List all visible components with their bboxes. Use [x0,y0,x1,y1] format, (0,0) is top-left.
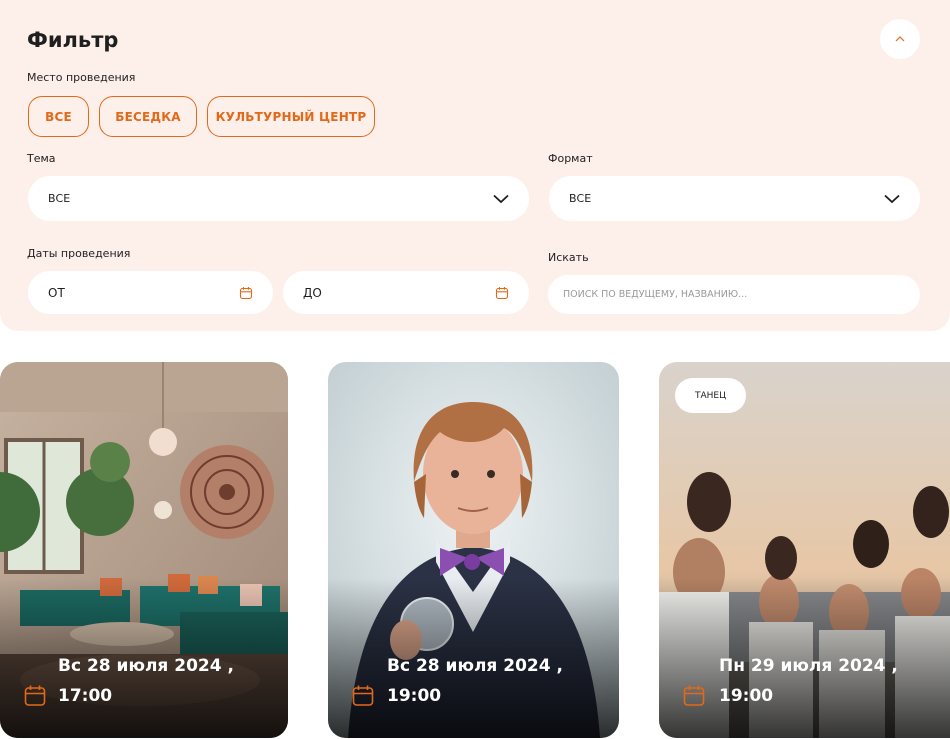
venue-chip-gazebo[interactable]: БЕСЕДКА [99,96,197,137]
event-tag: ТАНЕЦ [675,378,747,413]
venue-chip-all[interactable]: ВСЕ [28,96,89,137]
venue-chip-cultural-center[interactable]: КУЛЬТУРНЫЙ ЦЕНТР [207,96,375,137]
venue-label: Место проведения [27,71,136,84]
dates-label: Даты проведения [27,247,131,260]
chevron-down-icon [493,194,509,203]
date-from-field[interactable]: ОТ [28,271,273,314]
date-from-value: ОТ [48,285,65,300]
filter-panel: Фильтр Место проведения ВСЕ БЕСЕДКА КУЛЬ… [0,0,950,331]
calendar-icon [683,685,705,706]
collapse-filter-button[interactable] [880,19,920,59]
event-card[interactable]: ТАНЕЦ Пн 29 июля 2024 , 19:00 [659,362,950,738]
format-select-value: ВСЕ [569,192,592,205]
calendar-icon [24,685,46,706]
search-label: Искать [548,251,589,264]
chevron-up-icon [895,36,905,42]
event-time: 19:00 [719,686,774,706]
topic-select[interactable]: ВСЕ [28,176,529,221]
date-to-value: ДО [303,285,322,300]
topic-label: Тема [27,152,56,165]
event-date: Вс 28 июля 2024 , [387,656,563,676]
event-date: Пн 29 июля 2024 , [719,656,898,676]
event-card[interactable]: Вс 28 июля 2024 , 19:00 [328,362,619,738]
calendar-icon [352,685,374,706]
filter-title: Фильтр [27,28,119,52]
search-input[interactable] [548,275,920,314]
chevron-down-icon [884,194,900,203]
event-card[interactable]: Вс 28 июля 2024 , 17:00 [0,362,288,738]
format-label: Формат [548,152,593,165]
topic-select-value: ВСЕ [48,192,71,205]
calendar-icon [495,286,509,299]
event-date: Вс 28 июля 2024 , [58,656,234,676]
format-select[interactable]: ВСЕ [549,176,920,221]
calendar-icon [239,286,253,299]
event-time: 19:00 [387,686,442,706]
date-to-field[interactable]: ДО [283,271,529,314]
event-time: 17:00 [58,686,113,706]
